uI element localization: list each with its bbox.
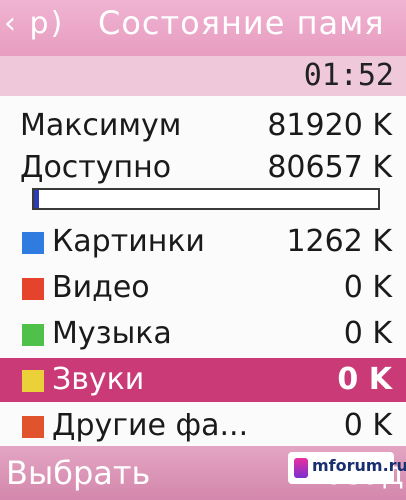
screen-title: Состояние памя [98,4,385,42]
category-value: 0 K [343,408,392,443]
pictures-color-swatch [22,232,44,254]
phone-screen: ‹ р) Состояние памя 01:52 Максимум 81920… [0,0,406,500]
memory-max-value: 81920 K [267,108,392,143]
memory-free-label: Доступно [20,150,172,185]
category-row[interactable]: Музыка 0 K [0,312,406,356]
watermark: mforum.ru [288,452,406,484]
clock: 01:52 [303,58,394,93]
category-row-selected[interactable]: Звуки 0 K [0,358,406,402]
category-row[interactable]: Картинки 1262 K [0,220,406,264]
music-color-swatch [22,324,44,346]
category-value: 0 K [343,270,392,305]
category-label: Музыка [52,316,172,351]
memory-usage-bar [32,188,380,210]
video-color-swatch [22,278,44,300]
category-label: Картинки [52,224,205,259]
sounds-color-swatch [22,370,44,392]
mforum-logo-icon [294,458,308,478]
memory-free-row: Доступно 80657 K [0,146,406,190]
status-bar: 01:52 [0,56,406,96]
title-bar: ‹ р) Состояние памя [0,0,406,56]
memory-free-value: 80657 K [267,150,392,185]
category-row[interactable]: Другие фа... 0 K [0,404,406,448]
other-files-color-swatch [22,416,44,438]
category-value: 1262 K [286,224,392,259]
category-label: Звуки [52,362,145,397]
memory-max-row: Максимум 81920 K [0,104,406,148]
memory-max-label: Максимум [20,108,182,143]
nav-arrows-icon[interactable]: ‹ р) [4,6,64,41]
select-softkey[interactable]: Выбрать [6,454,150,492]
memory-status-panel: Максимум 81920 K Доступно 80657 K Картин… [0,96,406,446]
category-label: Другие фа... [52,408,249,443]
category-value: 0 K [343,316,392,351]
memory-usage-fill [34,190,40,208]
category-label: Видео [52,270,150,305]
category-value: 0 K [337,362,392,397]
category-row[interactable]: Видео 0 K [0,266,406,310]
watermark-text: mforum.ru [312,456,406,475]
